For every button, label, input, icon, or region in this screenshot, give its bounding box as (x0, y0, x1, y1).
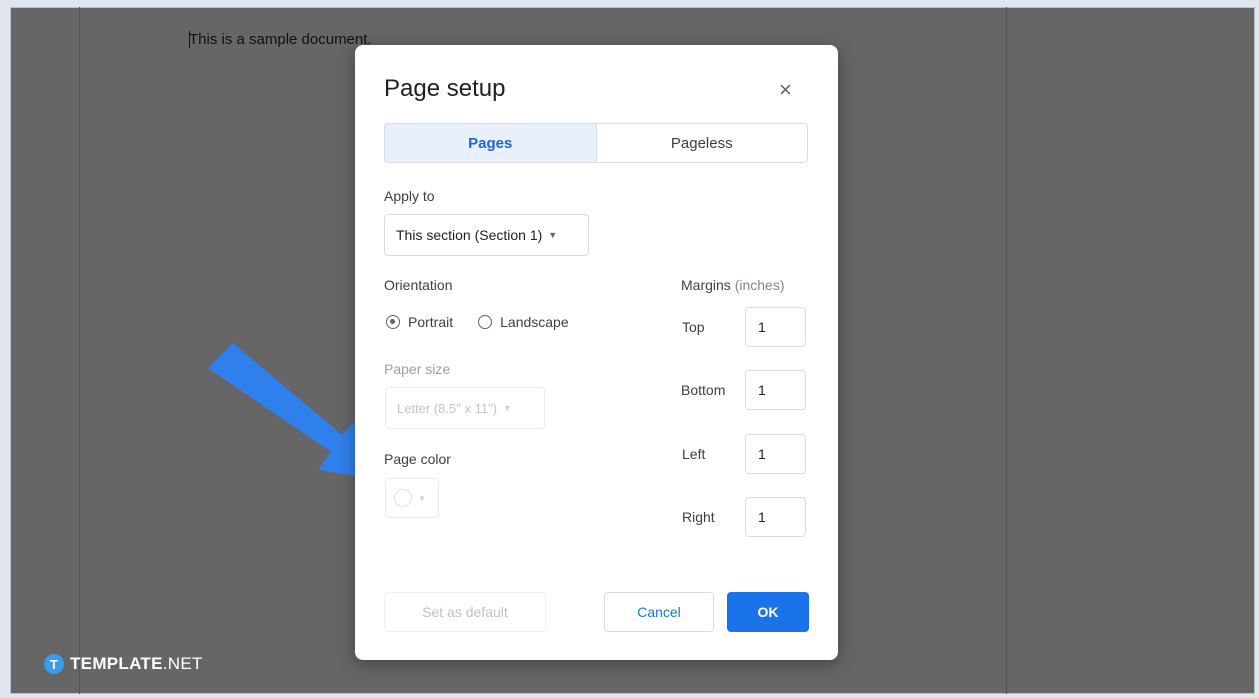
page-color-picker[interactable]: ▼ (385, 478, 439, 518)
orientation-label: Orientation (384, 277, 453, 293)
apply-to-value: This section (Section 1) (396, 227, 543, 243)
margins-label: Margins (inches) (681, 277, 784, 293)
tab-pages[interactable]: Pages (385, 124, 597, 162)
orientation-options: Portrait Landscape (386, 314, 594, 330)
portrait-radio[interactable] (386, 315, 400, 329)
paper-size-dropdown[interactable]: Letter (8.5" x 11") ▼ (385, 387, 545, 429)
margin-right-label: Right (682, 509, 715, 525)
close-icon[interactable]: × (779, 77, 792, 103)
watermark-domain: .NET (162, 654, 203, 673)
ok-button[interactable]: OK (727, 592, 809, 632)
page-color-label: Page color (384, 451, 451, 467)
margins-unit: (inches) (734, 277, 785, 293)
margin-top-input[interactable]: 1 (745, 307, 806, 347)
margin-bottom-input[interactable]: 1 (745, 370, 806, 410)
margin-right-input[interactable]: 1 (745, 497, 806, 537)
tab-pageless[interactable]: Pageless (597, 124, 808, 162)
set-as-default-button[interactable]: Set as default (384, 592, 546, 632)
margin-left-input[interactable]: 1 (745, 434, 806, 474)
watermark-logo: T TEMPLATE.NET (44, 654, 203, 674)
apply-to-dropdown[interactable]: This section (Section 1) ▼ (384, 214, 589, 256)
margins-title: Margins (681, 277, 731, 293)
page-setup-dialog: Page setup × Pages Pageless Apply to Thi… (355, 45, 838, 660)
margin-left-label: Left (682, 446, 706, 462)
template-logo-icon: T (44, 654, 64, 674)
chevron-down-icon: ▼ (503, 403, 512, 413)
chevron-down-icon: ▼ (418, 493, 426, 503)
watermark-brand: TEMPLATE (70, 654, 163, 673)
color-swatch-icon (394, 489, 412, 507)
dialog-title: Page setup (384, 75, 506, 102)
margin-top-label: Top (682, 319, 705, 335)
chevron-down-icon: ▼ (548, 230, 558, 240)
landscape-radio[interactable] (478, 315, 493, 329)
paper-size-value: Letter (8.5" x 11") (397, 400, 498, 416)
margin-bottom-label: Bottom (681, 382, 726, 398)
paper-size-label: Paper size (384, 361, 451, 377)
portrait-label[interactable]: Portrait (408, 314, 453, 330)
landscape-label[interactable]: Landscape (500, 314, 569, 330)
apply-to-label: Apply to (384, 188, 435, 204)
layout-tabs: Pages Pageless (384, 123, 808, 163)
cancel-button[interactable]: Cancel (604, 592, 714, 632)
